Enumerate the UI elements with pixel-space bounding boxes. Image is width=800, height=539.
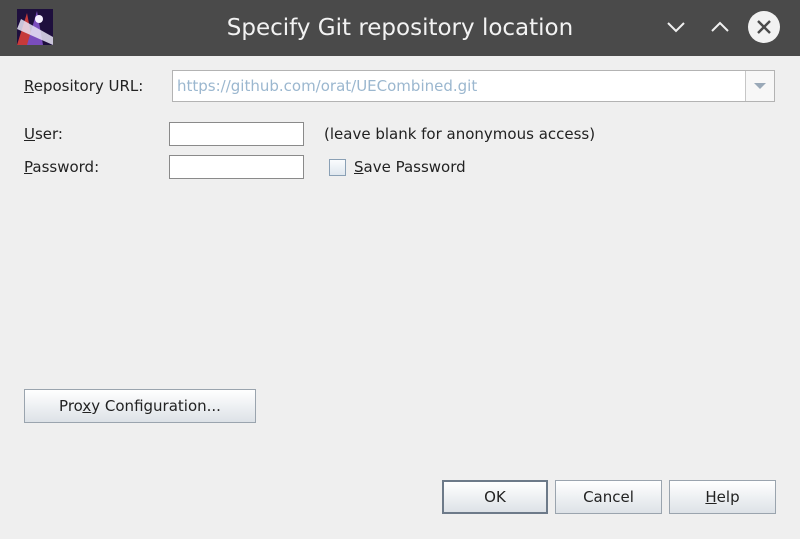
user-label: User: (24, 125, 63, 143)
chevron-up-icon[interactable] (703, 10, 737, 44)
ok-button[interactable]: OK (442, 480, 548, 514)
help-label-rest: elp (716, 488, 740, 506)
close-icon[interactable] (747, 10, 781, 44)
combobox-dropdown-button[interactable] (745, 71, 774, 101)
repository-url-combobox[interactable]: https://github.com/orat/UECombined.git (172, 70, 775, 102)
user-label-hotkey: U (24, 125, 35, 143)
triangle-down-icon (754, 83, 766, 89)
repository-url-label: Repository URL: (24, 77, 143, 95)
help-label-hotkey: H (705, 488, 717, 506)
title-bar[interactable]: Specify Git repository location (0, 0, 800, 56)
repository-url-label-hotkey: R (24, 77, 34, 95)
help-button[interactable]: Help (669, 480, 776, 514)
save-password-checkbox[interactable] (329, 159, 346, 176)
repository-url-value[interactable]: https://github.com/orat/UECombined.git (177, 71, 477, 101)
proxy-configuration-button[interactable]: Proxy Configuration... (24, 389, 256, 423)
anonymous-access-hint: (leave blank for anonymous access) (324, 125, 596, 143)
proxy-label-prefix: Pro (59, 397, 83, 415)
password-label: Password: (24, 158, 99, 176)
save-password-label[interactable]: Save Password (354, 158, 466, 176)
repository-url-label-text: epository URL: (33, 77, 144, 95)
save-password-text: ave Password (363, 158, 466, 176)
proxy-label-hotkey: x (82, 397, 92, 415)
user-field[interactable] (169, 122, 304, 146)
user-label-text: ser: (34, 125, 63, 143)
proxy-label-rest: y Configuration... (91, 397, 221, 415)
password-field[interactable] (169, 155, 304, 179)
chevron-down-icon[interactable] (659, 10, 693, 44)
git-location-dialog: Specify Git repository location Reposito… (0, 0, 800, 539)
save-password-hotkey: S (354, 158, 364, 176)
cancel-button[interactable]: Cancel (555, 480, 662, 514)
password-label-text: assword: (32, 158, 100, 176)
